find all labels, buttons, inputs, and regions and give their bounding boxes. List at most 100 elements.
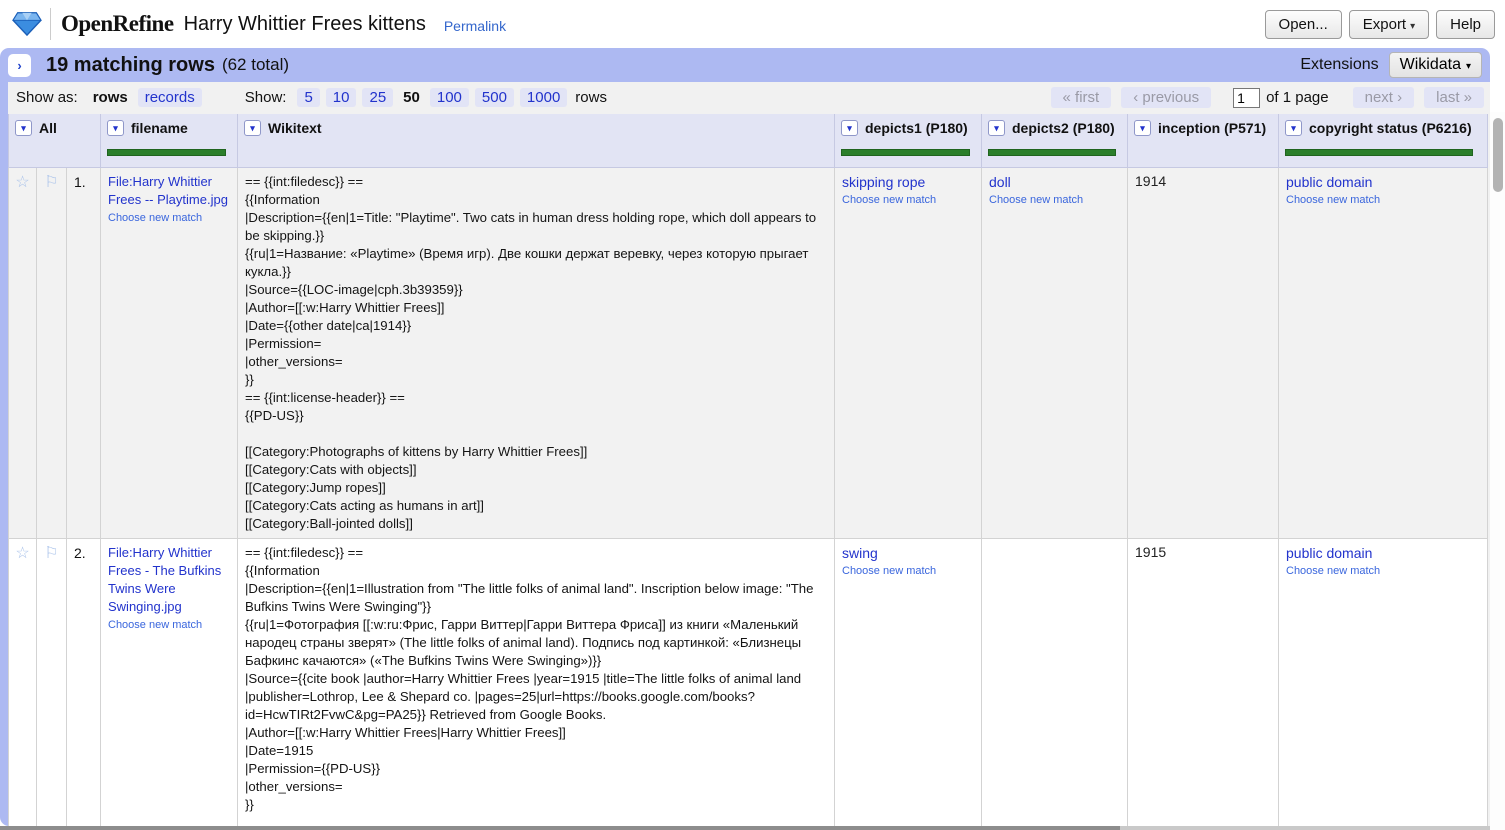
column-header-all: ▾ All: [9, 114, 101, 167]
table-row: ☆ ⚐ 2. File:Harry Whittier Frees - The B…: [9, 538, 1488, 826]
inception-cell: 1914: [1128, 167, 1279, 538]
topbar-buttons: Open... Export▾ Help: [1265, 10, 1495, 39]
open-button[interactable]: Open...: [1265, 10, 1342, 39]
filename-link[interactable]: File:Harry Whittier Frees -- Playtime.jp…: [108, 173, 230, 209]
page-size-100[interactable]: 100: [430, 88, 469, 107]
summary-right: Extensions Wikidata▾: [1300, 52, 1482, 78]
openrefine-diamond-icon: [12, 11, 42, 37]
show-as-records[interactable]: records: [138, 88, 202, 107]
matching-rows-count: 19 matching rows: [46, 54, 215, 77]
all-column-menu-button[interactable]: ▾: [15, 120, 32, 136]
choose-new-match-link[interactable]: Choose new match: [108, 212, 230, 224]
inception-value: 1915: [1135, 544, 1166, 560]
inception-value: 1914: [1135, 173, 1166, 189]
triangle-down-icon: ▾: [21, 123, 26, 133]
pagination: « first ‹ previous of 1 page next › last…: [1041, 87, 1484, 108]
page-size-50[interactable]: 50: [399, 88, 424, 107]
wikitext-cell: == {{int:filedesc}} == {{Information |De…: [238, 538, 835, 826]
filename-link[interactable]: File:Harry Whittier Frees - The Bufkins …: [108, 544, 230, 616]
copyright-link[interactable]: public domain: [1286, 173, 1480, 191]
last-page-button[interactable]: last »: [1424, 87, 1484, 108]
table-row: ☆ ⚐ 1. File:Harry Whittier Frees -- Play…: [9, 167, 1488, 538]
depicts2-cell: [982, 538, 1128, 826]
inception-column-menu-button[interactable]: ▾: [1134, 120, 1151, 136]
chevron-down-icon: ▾: [1466, 61, 1471, 72]
copyright-link[interactable]: public domain: [1286, 544, 1480, 562]
next-page-button[interactable]: next ›: [1353, 87, 1415, 108]
depicts1-column-menu-button[interactable]: ▾: [841, 120, 858, 136]
help-button[interactable]: Help: [1436, 10, 1495, 39]
data-grid: ▾ All ▾ filename: [8, 114, 1488, 826]
page-size-5[interactable]: 5: [297, 88, 319, 107]
choose-new-match-link[interactable]: Choose new match: [1286, 565, 1480, 577]
wikidata-extension-button[interactable]: Wikidata▾: [1389, 52, 1482, 78]
header-row: ▾ All ▾ filename: [9, 114, 1488, 167]
page-size-10[interactable]: 10: [326, 88, 357, 107]
export-button[interactable]: Export▾: [1349, 10, 1429, 39]
chevron-down-icon: ▾: [1410, 21, 1415, 32]
depicts2-link[interactable]: doll: [989, 173, 1120, 191]
vertical-scrollbar[interactable]: [1490, 112, 1505, 830]
star-icon[interactable]: ☆: [9, 538, 37, 826]
depicts1-cell: swing Choose new match: [835, 538, 982, 826]
openrefine-app: OpenRefine Harry Whittier Frees kittens …: [0, 0, 1505, 830]
wikitext-value: == {{int:filedesc}} == {{Information |De…: [245, 173, 827, 533]
triangle-down-icon: ▾: [994, 123, 999, 133]
triangle-down-icon: ▾: [113, 123, 118, 133]
page-number-input[interactable]: [1233, 88, 1260, 108]
expand-facets-button[interactable]: ›: [8, 54, 31, 77]
summary-bar: › 19 matching rows (62 total) Extensions…: [0, 48, 1490, 82]
depicts1-cell: skipping rope Choose new match: [835, 167, 982, 538]
triangle-down-icon: ▾: [847, 123, 852, 133]
first-page-button[interactable]: « first: [1051, 87, 1112, 108]
triangle-down-icon: ▾: [1140, 123, 1145, 133]
choose-new-match-link[interactable]: Choose new match: [989, 194, 1120, 206]
filename-cell: File:Harry Whittier Frees - The Bufkins …: [101, 538, 238, 826]
inception-cell: 1915: [1128, 538, 1279, 826]
previous-page-button[interactable]: ‹ previous: [1121, 87, 1211, 108]
wikitext-column-menu-button[interactable]: ▾: [244, 120, 261, 136]
content-area: Show as: rows records Show: 5 10 25 50 1…: [8, 82, 1490, 826]
flag-icon[interactable]: ⚐: [37, 167, 67, 538]
vertical-scrollbar-thumb[interactable]: [1493, 118, 1503, 192]
extensions-label: Extensions: [1300, 56, 1378, 74]
reconciliation-progress-bar: [841, 149, 970, 156]
column-header-depicts2: ▾ depicts2 (P180): [982, 114, 1128, 167]
horizontal-scrollbar[interactable]: [0, 826, 1490, 830]
choose-new-match-link[interactable]: Choose new match: [108, 619, 230, 631]
view-controls: Show as: rows records Show: 5 10 25 50 1…: [8, 82, 1490, 113]
logo-divider: [50, 8, 51, 40]
page-size-500[interactable]: 500: [475, 88, 514, 107]
reconciliation-progress-bar: [988, 149, 1116, 156]
show-label: Show:: [245, 89, 287, 106]
column-header-filename: ▾ filename: [101, 114, 238, 167]
page-size-25[interactable]: 25: [362, 88, 393, 107]
app-name: OpenRefine: [61, 11, 174, 37]
of-page-label: of 1 page: [1266, 89, 1329, 106]
wikitext-value: == {{int:filedesc}} == {{Information |De…: [245, 544, 827, 814]
filename-column-menu-button[interactable]: ▾: [107, 120, 124, 136]
choose-new-match-link[interactable]: Choose new match: [842, 194, 974, 206]
filename-cell: File:Harry Whittier Frees -- Playtime.jp…: [101, 167, 238, 538]
flag-icon[interactable]: ⚐: [37, 538, 67, 826]
show-as-label: Show as:: [16, 89, 78, 106]
choose-new-match-link[interactable]: Choose new match: [842, 565, 974, 577]
top-bar: OpenRefine Harry Whittier Frees kittens …: [0, 0, 1505, 48]
depicts1-link[interactable]: skipping rope: [842, 173, 974, 191]
show-as-rows[interactable]: rows: [89, 88, 132, 107]
star-icon[interactable]: ☆: [9, 167, 37, 538]
page-size-1000[interactable]: 1000: [520, 88, 567, 107]
permalink-link[interactable]: Permalink: [444, 18, 506, 34]
depicts1-link[interactable]: swing: [842, 544, 974, 562]
row-index: 2.: [67, 538, 101, 826]
chevron-right-icon: ›: [17, 58, 21, 73]
depicts2-column-menu-button[interactable]: ▾: [988, 120, 1005, 136]
column-header-depicts1: ▾ depicts1 (P180): [835, 114, 982, 167]
triangle-down-icon: ▾: [250, 123, 255, 133]
horizontal-scrollbar-thumb[interactable]: [0, 826, 1120, 830]
project-title: Harry Whittier Frees kittens: [184, 13, 426, 36]
copyright-cell: public domain Choose new match: [1279, 538, 1488, 826]
reconciliation-progress-bar: [1285, 149, 1473, 156]
copyright-column-menu-button[interactable]: ▾: [1285, 120, 1302, 136]
choose-new-match-link[interactable]: Choose new match: [1286, 194, 1480, 206]
